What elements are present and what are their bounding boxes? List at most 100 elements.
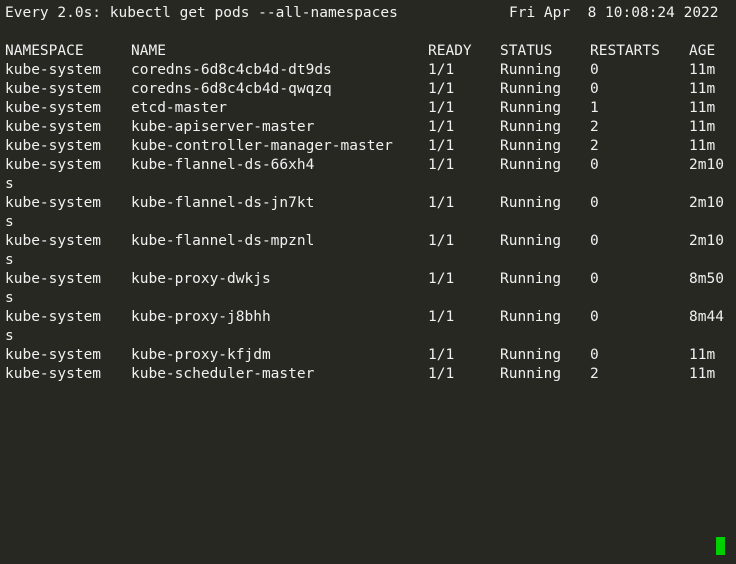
table-row: kube-system kube-scheduler-master 1/1 Runni… xyxy=(0,365,736,384)
table-row: kube-system kube-flannel-ds-jn7kt 1/1 Runni… xyxy=(0,194,736,213)
watch-datetime: Fri Apr 8 10:08:24 2022 xyxy=(509,5,719,21)
cell-age-wrapped: s xyxy=(5,252,14,268)
table-row: kube-system coredns-6d8c4cb4d-qwqzq 1/1 Run… xyxy=(0,80,736,99)
cell-restarts: 0 xyxy=(590,309,599,325)
watch-command: Every 2.0s: kubectl get pods --all-names… xyxy=(5,5,398,21)
cell-ready: 1/1 xyxy=(428,309,455,325)
table-row: kube-system kube-proxy-dwkjs 1/1 Running 0 8m… xyxy=(0,270,736,289)
cell-age: 11m xyxy=(689,366,716,382)
cell-status: Running xyxy=(500,195,562,211)
cell-age-wrapped: s xyxy=(5,176,14,192)
cell-status: Running xyxy=(500,271,562,287)
cell-namespace: kube-system xyxy=(5,366,102,382)
cell-age: 11m xyxy=(689,347,716,363)
cell-ready: 1/1 xyxy=(428,119,455,135)
cell-restarts: 0 xyxy=(590,62,599,78)
cell-namespace: kube-system xyxy=(5,100,102,116)
cell-namespace: kube-system xyxy=(5,157,102,173)
cell-pod-name: kube-flannel-ds-66xh4 xyxy=(131,157,315,173)
column-header-status: STATUS xyxy=(500,43,553,59)
cell-ready: 1/1 xyxy=(428,195,455,211)
cell-namespace: kube-system xyxy=(5,119,102,135)
cell-restarts: 0 xyxy=(590,271,599,287)
cell-age: 2m10 xyxy=(689,233,724,249)
table-row: kube-system kube-controller-manager-maste… xyxy=(0,137,736,156)
cell-pod-name: coredns-6d8c4cb4d-dt9ds xyxy=(131,62,332,78)
cell-restarts: 0 xyxy=(590,157,599,173)
cell-age-wrapped: s xyxy=(5,328,14,344)
cell-status: Running xyxy=(500,233,562,249)
cell-namespace: kube-system xyxy=(5,81,102,97)
cell-namespace: kube-system xyxy=(5,271,102,287)
terminal-window[interactable]: Every 2.0s: kubectl get pods --all-names… xyxy=(0,0,736,564)
cell-age-wrapped: s xyxy=(5,290,14,306)
cell-restarts: 2 xyxy=(590,119,599,135)
cell-pod-name: kube-controller-manager-master xyxy=(131,138,393,154)
column-header-ready: READY xyxy=(428,43,472,59)
cell-pod-name: kube-proxy-j8bhh xyxy=(131,309,271,325)
column-header-age: AGE xyxy=(689,43,716,59)
cell-status: Running xyxy=(500,62,562,78)
cell-ready: 1/1 xyxy=(428,138,455,154)
cell-age: 11m xyxy=(689,119,716,135)
cell-ready: 1/1 xyxy=(428,81,455,97)
cell-restarts: 0 xyxy=(590,195,599,211)
column-header-namespace: NAMESPACE xyxy=(5,43,84,59)
cell-age-wrapped: s xyxy=(5,214,14,230)
cell-status: Running xyxy=(500,81,562,97)
cell-namespace: kube-system xyxy=(5,347,102,363)
cell-age: 11m xyxy=(689,100,716,116)
table-row: kube-system kube-proxy-kfjdm 1/1 Running 0 11… xyxy=(0,346,736,365)
cell-ready: 1/1 xyxy=(428,233,455,249)
cell-pod-name: kube-proxy-dwkjs xyxy=(131,271,271,287)
cell-ready: 1/1 xyxy=(428,100,455,116)
cell-age: 8m44 xyxy=(689,309,724,325)
table-row: kube-system coredns-6d8c4cb4d-dt9ds 1/1 Run… xyxy=(0,61,736,80)
cell-ready: 1/1 xyxy=(428,157,455,173)
cell-pod-name: kube-proxy-kfjdm xyxy=(131,347,271,363)
cell-restarts: 2 xyxy=(590,138,599,154)
cell-namespace: kube-system xyxy=(5,309,102,325)
cell-status: Running xyxy=(500,100,562,116)
cell-pod-name: kube-scheduler-master xyxy=(131,366,315,382)
table-row: kube-system kube-proxy-j8bhh 1/1 Running 0 8m… xyxy=(0,308,736,327)
cell-ready: 1/1 xyxy=(428,366,455,382)
cell-namespace: kube-system xyxy=(5,138,102,154)
cell-namespace: kube-system xyxy=(5,195,102,211)
cell-age: 2m10 xyxy=(689,157,724,173)
cell-status: Running xyxy=(500,366,562,382)
cell-pod-name: etcd-master xyxy=(131,100,228,116)
cell-pod-name: coredns-6d8c4cb4d-qwqzq xyxy=(131,81,332,97)
cell-age: 2m10 xyxy=(689,195,724,211)
cell-status: Running xyxy=(500,138,562,154)
table-row: kube-system kube-apiserver-master 1/1 Runni… xyxy=(0,118,736,137)
table-row: kube-system kube-flannel-ds-66xh4 1/1 Runni… xyxy=(0,156,736,175)
cell-restarts: 0 xyxy=(590,233,599,249)
cell-pod-name: kube-flannel-ds-jn7kt xyxy=(131,195,315,211)
cell-age: 8m50 xyxy=(689,271,724,287)
cell-status: Running xyxy=(500,309,562,325)
cell-status: Running xyxy=(500,157,562,173)
table-row: kube-system kube-flannel-ds-mpznl 1/1 Runni… xyxy=(0,232,736,251)
cell-status: Running xyxy=(500,347,562,363)
cell-ready: 1/1 xyxy=(428,62,455,78)
cell-restarts: 0 xyxy=(590,81,599,97)
terminal-cursor xyxy=(716,537,725,555)
cell-age: 11m xyxy=(689,138,716,154)
cell-ready: 1/1 xyxy=(428,347,455,363)
cell-pod-name: kube-apiserver-master xyxy=(131,119,315,135)
cell-namespace: kube-system xyxy=(5,233,102,249)
table-header: NAMESPACE NAME READY STATUS RESTARTS AGE xyxy=(0,42,736,61)
table-row: kube-system etcd-master 1/1 Running 1 11m xyxy=(0,99,736,118)
cell-status: Running xyxy=(500,119,562,135)
cell-restarts: 0 xyxy=(590,347,599,363)
column-header-restarts: RESTARTS xyxy=(590,43,660,59)
cell-restarts: 1 xyxy=(590,100,599,116)
cell-restarts: 2 xyxy=(590,366,599,382)
cell-ready: 1/1 xyxy=(428,271,455,287)
column-header-name: NAME xyxy=(131,43,166,59)
cell-age: 11m xyxy=(689,81,716,97)
cell-namespace: kube-system xyxy=(5,62,102,78)
cell-age: 11m xyxy=(689,62,716,78)
cell-pod-name: kube-flannel-ds-mpznl xyxy=(131,233,315,249)
